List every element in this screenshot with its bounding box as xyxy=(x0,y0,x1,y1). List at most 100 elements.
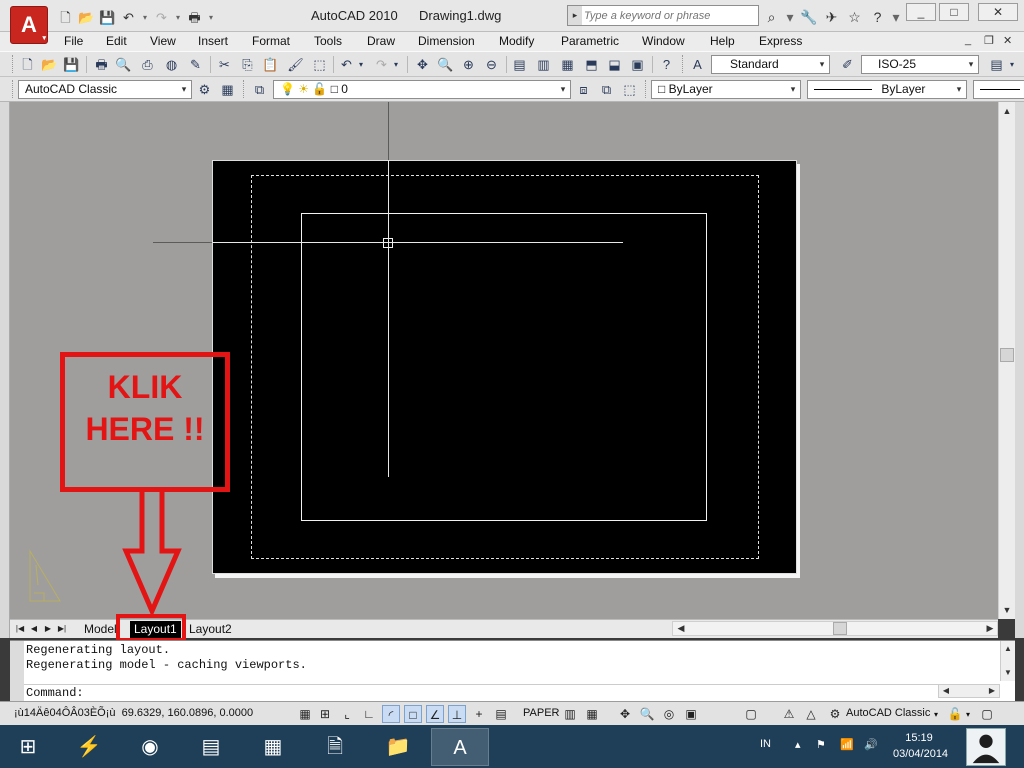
file-explorer-icon[interactable]: 📁 xyxy=(369,728,427,766)
search-input[interactable] xyxy=(584,7,756,24)
polar-tracking-icon[interactable]: ◜ xyxy=(382,705,400,723)
chevron-down-icon[interactable]: ▾ xyxy=(966,710,970,719)
3d-dwf-icon[interactable]: ◍ xyxy=(162,55,181,74)
scroll-left-icon[interactable]: ◀ xyxy=(940,685,952,697)
maximize-viewport-icon[interactable]: ▢ xyxy=(742,705,760,723)
paper-model-toggle[interactable]: PAPER xyxy=(523,707,559,719)
qat-customize-icon[interactable]: ▾ xyxy=(206,8,216,26)
tool-palettes-icon[interactable]: ▦ xyxy=(558,55,577,74)
subscription-center-icon[interactable]: 🔧 xyxy=(799,7,818,25)
quick-view-layouts-icon[interactable]: ▥ xyxy=(561,705,579,723)
block-editor-icon[interactable]: ⬚ xyxy=(310,55,329,74)
chevron-down-icon[interactable]: ▾ xyxy=(934,710,938,719)
grid-display-icon[interactable]: ⌞ xyxy=(338,705,356,723)
make-object-layer-current-icon[interactable]: ⧈ xyxy=(574,80,593,99)
dynamic-ucs-icon[interactable]: ⊥ xyxy=(448,705,466,723)
search-dropdown-icon[interactable]: ▾ xyxy=(785,7,795,25)
sheet-set-manager-icon[interactable]: ⬒ xyxy=(582,55,601,74)
color-select[interactable]: □ ByLayer ▾ xyxy=(651,80,801,99)
application-menu-button[interactable]: A ▾ xyxy=(10,6,48,44)
system-clock[interactable]: 15:19 03/04/2014 xyxy=(893,730,948,762)
tab-model[interactable]: Model xyxy=(80,621,121,638)
markup-set-manager-icon[interactable]: ⬓ xyxy=(605,55,624,74)
input-language[interactable]: IN xyxy=(760,738,771,750)
horizontal-scrollbar[interactable]: ◀ ▶ xyxy=(672,621,998,636)
ortho-mode-icon[interactable]: ∟ xyxy=(360,705,378,723)
showmotion-icon[interactable]: ▣ xyxy=(682,705,700,723)
toolbar-grip[interactable] xyxy=(243,80,246,98)
lineweight-icon[interactable]: ▤ xyxy=(492,705,510,723)
previous-tab-icon[interactable]: ◀ xyxy=(28,622,40,636)
layer-properties-icon[interactable]: ⧉ xyxy=(250,80,269,99)
quick-view-drawings-icon[interactable]: ▦ xyxy=(583,705,601,723)
layout-viewport[interactable] xyxy=(301,213,707,521)
toolbar-grip[interactable] xyxy=(12,55,15,73)
vertical-scrollbar[interactable]: ▲ ▼ xyxy=(998,102,1015,619)
properties-icon[interactable]: ▤ xyxy=(510,55,529,74)
new-icon[interactable]: 🗋 xyxy=(56,8,75,26)
menu-insert[interactable]: Insert xyxy=(198,34,228,48)
publish-icon[interactable]: ⎙ xyxy=(138,55,157,74)
menu-edit[interactable]: Edit xyxy=(106,34,127,48)
taskbar-app-grid-icon[interactable]: ▦ xyxy=(244,728,302,766)
command-horizontal-scrollbar[interactable]: ◀ ▶ xyxy=(938,684,1000,698)
new-icon[interactable]: 🗋 xyxy=(18,55,37,74)
plot-icon[interactable]: 🖶 xyxy=(92,55,111,74)
layout-paper[interactable] xyxy=(212,160,797,574)
scroll-up-icon[interactable]: ▲ xyxy=(999,104,1015,118)
layer-previous-icon[interactable]: ⧉ xyxy=(597,80,616,99)
undo-icon[interactable]: ↶ xyxy=(119,8,138,26)
scroll-down-icon[interactable]: ▼ xyxy=(999,603,1015,617)
maximize-button[interactable]: □ xyxy=(939,3,969,21)
help-icon[interactable]: ? xyxy=(868,7,887,25)
menu-tools[interactable]: Tools xyxy=(314,34,342,48)
command-window-grip[interactable] xyxy=(10,641,24,701)
action-center-flag-icon[interactable]: ⚑ xyxy=(816,738,826,751)
zoom-realtime-icon[interactable]: 🔍 xyxy=(436,55,455,74)
object-snap-tracking-icon[interactable]: ∠ xyxy=(426,705,444,723)
redo-icon[interactable]: ↷ xyxy=(372,55,391,74)
design-center-icon[interactable]: ▥ xyxy=(534,55,553,74)
zoom-window-icon[interactable]: ⊕ xyxy=(459,55,478,74)
communication-center-icon[interactable]: ✈ xyxy=(822,7,841,25)
minimize-button[interactable]: _ xyxy=(906,3,936,21)
menu-draw[interactable]: Draw xyxy=(367,34,395,48)
infer-constraints-icon[interactable]: ▦ xyxy=(296,705,314,723)
pan-icon[interactable]: ✥ xyxy=(616,705,634,723)
clean-screen-icon[interactable]: ▢ xyxy=(978,705,996,723)
command-input-line[interactable]: Command: xyxy=(24,684,944,700)
favorites-icon[interactable]: ☆ xyxy=(845,7,864,25)
linetype-select[interactable]: ByLayer ▾ xyxy=(807,80,967,99)
taskbar-app-document-icon[interactable]: 🗎 xyxy=(306,728,364,766)
workspace-switching-icon[interactable]: ⚙ xyxy=(826,705,844,723)
last-tab-icon[interactable]: ▶| xyxy=(56,622,68,636)
workspace-status-label[interactable]: AutoCAD Classic xyxy=(846,707,930,719)
firefox-icon[interactable]: ◉ xyxy=(121,728,179,766)
steeringwheel-icon[interactable]: ◎ xyxy=(660,705,678,723)
vertical-scroll-thumb[interactable] xyxy=(1000,348,1014,362)
toolbar-grip[interactable] xyxy=(12,80,15,98)
workspace-settings-icon[interactable]: ⚙ xyxy=(195,80,214,99)
menu-modify[interactable]: Modify xyxy=(499,34,534,48)
scroll-right-icon[interactable]: ▶ xyxy=(983,622,997,635)
plot-icon[interactable]: 🖶 xyxy=(185,8,204,26)
open-icon[interactable]: 📂 xyxy=(77,8,96,26)
next-tab-icon[interactable]: ▶ xyxy=(42,622,54,636)
network-icon[interactable]: 📶 xyxy=(840,738,854,751)
text-style-select[interactable]: Standard ▾ xyxy=(711,55,830,74)
windows-start-icon[interactable]: ⊞ xyxy=(0,728,56,766)
menu-file[interactable]: File xyxy=(64,34,83,48)
autocad-taskbar-icon[interactable]: A xyxy=(431,728,489,766)
layer-select[interactable]: 💡 ☀ 🔓 □ 0 ▾ xyxy=(273,80,571,99)
copy-icon[interactable]: ⎘ xyxy=(238,55,257,74)
dimension-style-select[interactable]: ISO-25 ▾ xyxy=(861,55,979,74)
design-feed-icon[interactable]: ✎ xyxy=(186,55,205,74)
help-dropdown-icon[interactable]: ▾ xyxy=(891,7,901,25)
plot-preview-icon[interactable]: 🔍 xyxy=(114,55,133,74)
doc-close-icon[interactable]: ✕ xyxy=(1003,34,1012,47)
quickcalc-icon[interactable]: ▣ xyxy=(628,55,647,74)
menu-view[interactable]: View xyxy=(150,34,176,48)
menu-help[interactable]: Help xyxy=(710,34,735,48)
dynamic-input-icon[interactable]: + xyxy=(470,705,488,723)
text-style-icon[interactable]: A xyxy=(688,55,707,74)
